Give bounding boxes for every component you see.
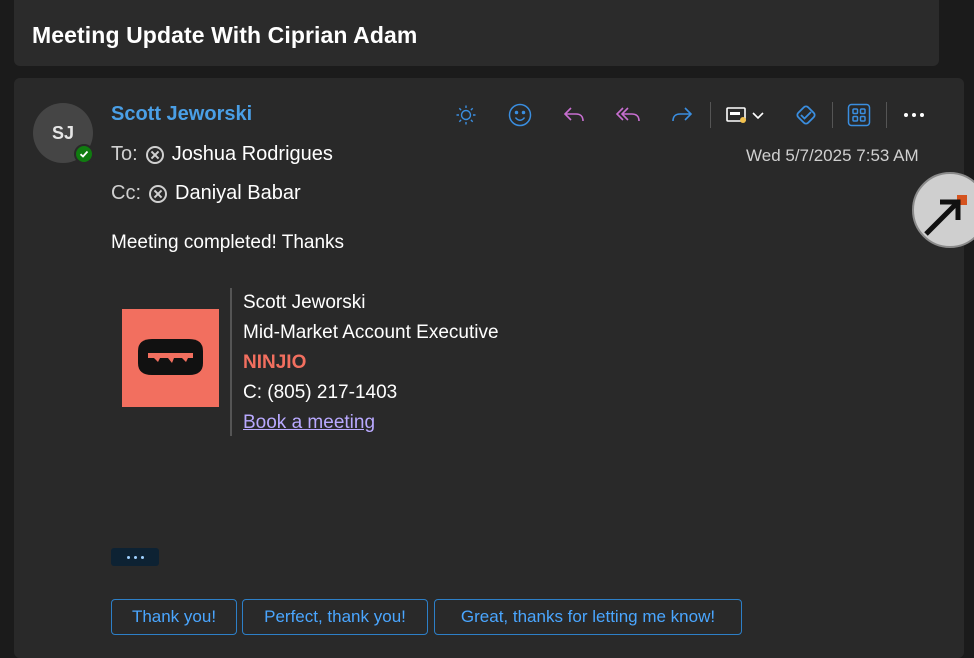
- cc-label: Cc:: [111, 182, 141, 204]
- signature-company: NINJIO: [243, 352, 307, 373]
- company-logo: [122, 309, 219, 407]
- message-body: Meeting completed! Thanks: [111, 232, 345, 253]
- cc-recipients: Cc: Daniyal Babar: [111, 182, 301, 205]
- quick-reply-button[interactable]: Great, thanks for letting me know!: [434, 599, 742, 635]
- quick-reply-button[interactable]: Perfect, thank you!: [242, 599, 428, 635]
- emoji-icon[interactable]: [502, 98, 538, 132]
- signature-name: Scott Jeworski: [243, 292, 366, 313]
- sender-name[interactable]: Scott Jeworski: [111, 103, 252, 126]
- forward-icon[interactable]: [664, 98, 700, 132]
- chevron-down-icon[interactable]: [746, 98, 770, 132]
- to-recipients: To: Joshua Rodrigues: [111, 143, 333, 166]
- reply-all-icon[interactable]: [610, 98, 646, 132]
- cc-recipient-name[interactable]: Daniyal Babar: [175, 182, 301, 205]
- show-more-button[interactable]: [111, 548, 159, 566]
- remove-recipient-icon[interactable]: [149, 184, 167, 203]
- loop-icon[interactable]: [788, 98, 824, 132]
- more-icon[interactable]: [896, 98, 932, 132]
- presence-available-icon: [74, 144, 94, 164]
- to-label: To:: [111, 143, 138, 165]
- apps-icon[interactable]: [841, 98, 877, 132]
- signature-divider: [230, 288, 232, 436]
- signature-phone: C: (805) 217-1403: [243, 382, 398, 403]
- remove-recipient-icon[interactable]: [145, 145, 164, 164]
- brightness-icon[interactable]: [448, 98, 484, 132]
- subject-header: Meeting Update With Ciprian Adam: [14, 0, 939, 66]
- signature-title: Mid-Market Account Executive: [243, 322, 499, 343]
- book-meeting-link[interactable]: Book a meeting: [243, 412, 375, 434]
- quick-reply-button[interactable]: Thank you!: [111, 599, 237, 635]
- to-recipient-name[interactable]: Joshua Rodrigues: [172, 143, 333, 166]
- avatar-initials: SJ: [51, 122, 75, 143]
- message-subject: Meeting Update With Ciprian Adam: [32, 22, 418, 48]
- expand-icon[interactable]: [912, 172, 974, 248]
- message-timestamp: Wed 5/7/2025 7:53 AM: [746, 146, 919, 165]
- message-toolbar: [448, 98, 938, 132]
- reply-icon[interactable]: [556, 98, 592, 132]
